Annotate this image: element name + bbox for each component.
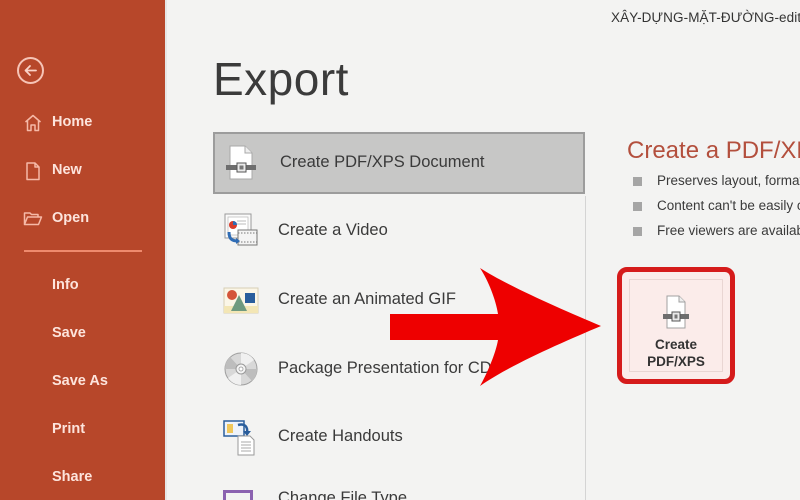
sidebar-item-save[interactable]: Save — [0, 316, 165, 350]
sidebar-item-label: Share — [52, 469, 93, 485]
pdf-document-icon — [226, 145, 256, 180]
detail-panel-title: Create a PDF/XPS Document — [627, 137, 800, 164]
bullet-icon — [633, 177, 642, 186]
file-type-icon — [223, 490, 253, 500]
bullet-icon — [633, 202, 642, 211]
sidebar-item-label: Home — [52, 114, 93, 130]
sidebar-item-label: Save As — [52, 373, 108, 389]
export-option-create-video[interactable]: Create a Video — [213, 200, 585, 262]
create-label-line2: PDF/XPS — [647, 354, 705, 369]
open-folder-icon — [23, 212, 43, 226]
export-option-create-handouts[interactable]: Create Handouts — [213, 406, 585, 468]
handouts-icon — [223, 420, 255, 456]
detail-bullet: Preserves layout, formatting, fonts, and… — [657, 173, 800, 188]
new-document-icon — [26, 162, 40, 181]
detail-bullet: Content can't be easily changed — [657, 198, 800, 213]
animated-gif-icon — [223, 287, 259, 314]
arrow-left-icon — [24, 65, 37, 76]
export-option-label: Create Handouts — [278, 427, 403, 445]
page-title: Export — [213, 53, 349, 105]
create-label-line1: Create — [654, 337, 698, 352]
detail-bullet: Free viewers are available on the web — [657, 223, 800, 238]
create-pdf-xps-button[interactable]: Create PDF/XPS — [617, 267, 735, 384]
backstage-sidebar: Home New Open Info Save Save As Print Sh… — [0, 0, 165, 500]
sidebar-item-label: Save — [52, 325, 86, 341]
sidebar-item-home[interactable]: Home — [0, 105, 165, 139]
sidebar-item-info[interactable]: Info — [0, 268, 165, 302]
export-option-label: Package Presentation for CD — [278, 359, 492, 377]
sidebar-item-label: New — [52, 162, 82, 178]
sidebar-item-label: Info — [52, 277, 79, 293]
export-option-label: Create an Animated GIF — [278, 290, 456, 308]
export-option-label: Create a Video — [278, 221, 388, 239]
sidebar-item-open[interactable]: Open — [0, 201, 165, 235]
sidebar-edge — [165, 0, 167, 500]
export-option-package-cd[interactable]: Package Presentation for CD — [213, 338, 585, 400]
create-pdf-xps-label: Create PDF/XPS — [622, 336, 730, 370]
export-option-create-pdf-xps[interactable]: Create PDF/XPS Document — [213, 132, 585, 194]
export-option-change-file-type[interactable]: Change File Type — [278, 489, 407, 500]
panel-divider — [585, 196, 586, 500]
sidebar-item-save-as[interactable]: Save As — [0, 364, 165, 398]
export-option-animated-gif[interactable]: Create an Animated GIF — [213, 269, 585, 331]
sidebar-item-label: Open — [52, 210, 90, 226]
sidebar-divider — [24, 250, 142, 252]
export-option-label: Create PDF/XPS Document — [280, 153, 485, 171]
sidebar-item-share[interactable]: Share — [0, 460, 165, 494]
sidebar-item-new[interactable]: New — [0, 153, 165, 187]
sidebar-item-label: Print — [52, 421, 86, 437]
cd-icon — [224, 352, 258, 386]
home-icon — [25, 114, 41, 132]
video-icon — [224, 213, 258, 246]
bullet-icon — [633, 227, 642, 236]
pdf-document-icon — [663, 295, 689, 329]
sidebar-item-print[interactable]: Print — [0, 412, 165, 446]
back-button[interactable] — [17, 57, 44, 84]
document-title: XÂY-DỰNG-MẶT-ĐƯỜNG-edit — [611, 10, 800, 25]
